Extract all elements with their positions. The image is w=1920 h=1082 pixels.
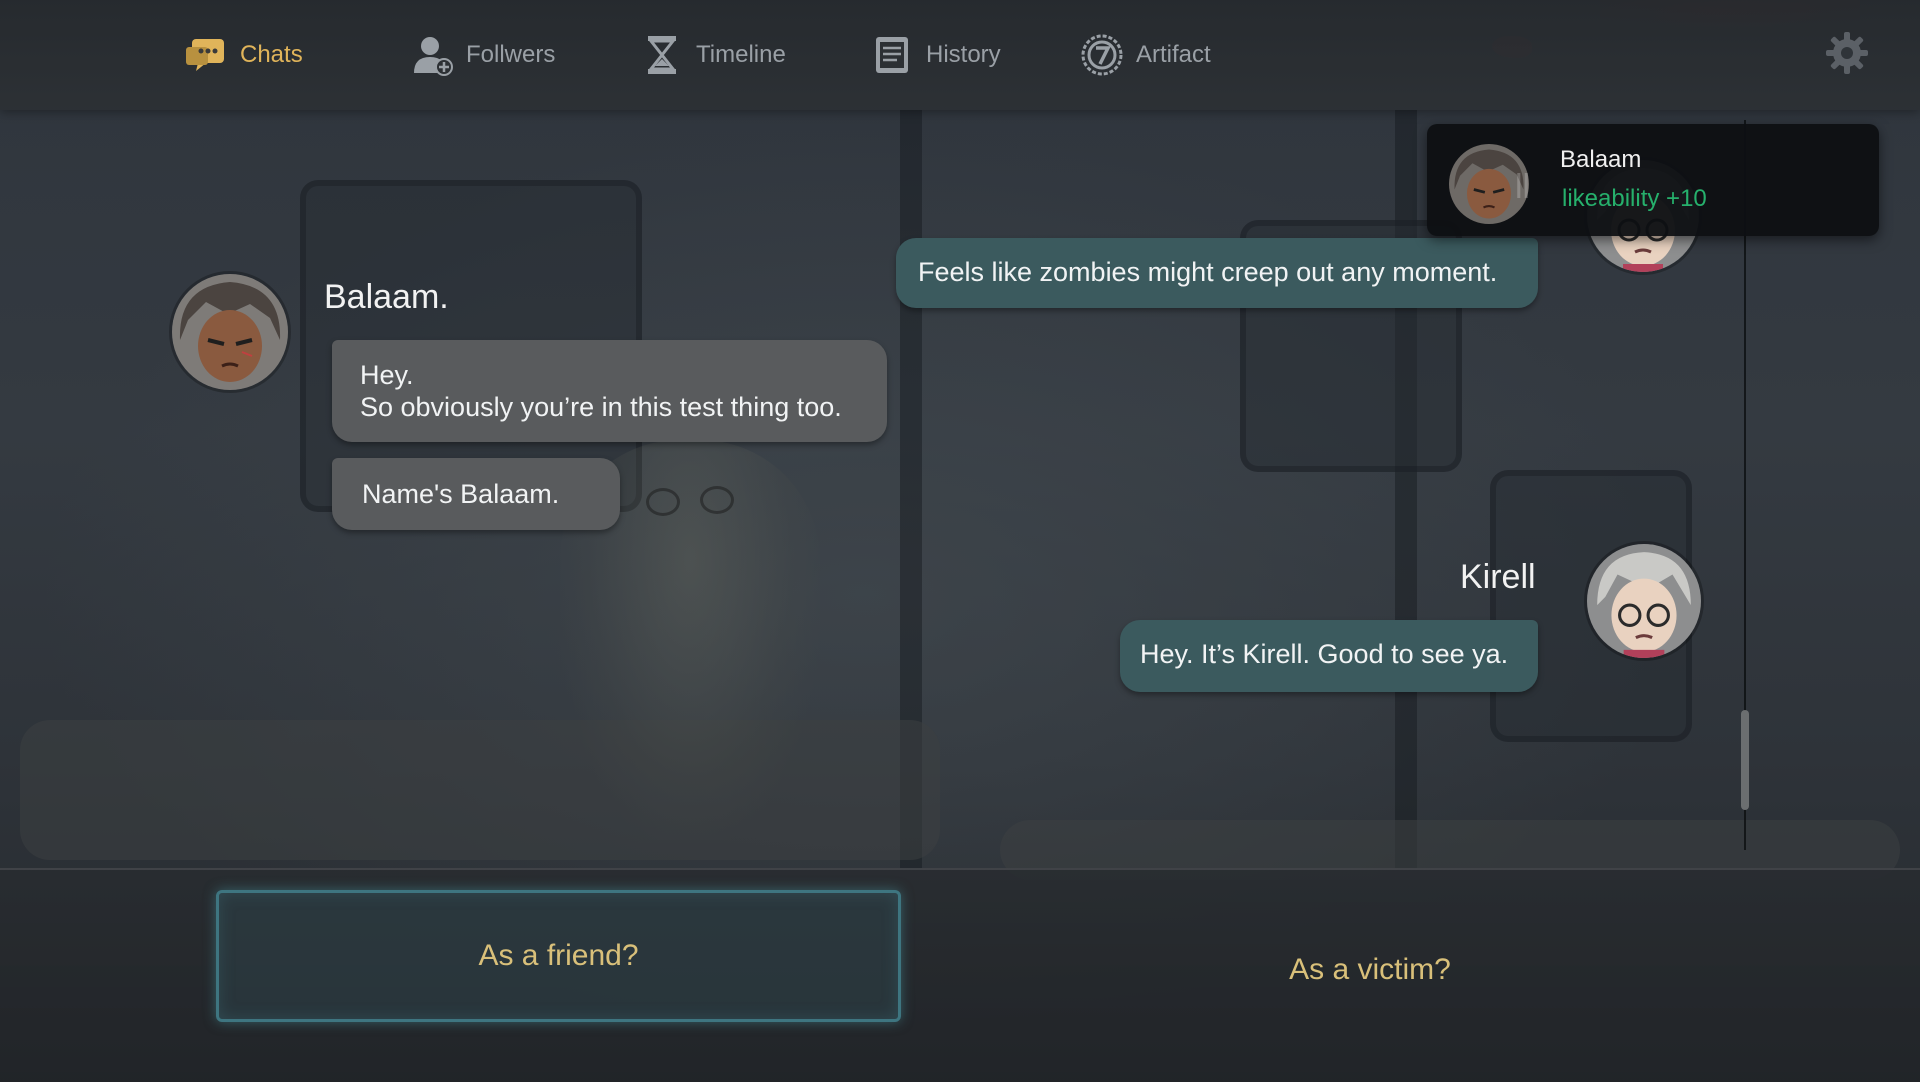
message-text: Name's Balaam. [362, 479, 560, 509]
tab-label: Chats [240, 41, 303, 68]
gear-icon[interactable] [1824, 30, 1870, 76]
kirell-avatar [1587, 544, 1701, 658]
message-text: Hey. It’s Kirell. Good to see ya. [1140, 639, 1509, 669]
eye [700, 486, 734, 514]
choice-label: As a friend? [478, 939, 639, 972]
tab-artifact[interactable]: Artifact [1080, 30, 1211, 80]
notification-stat: likeability +10 [1562, 185, 1707, 213]
message-line: Hey. [360, 360, 414, 390]
eye [646, 488, 680, 516]
kirell-portrait [1587, 544, 1701, 658]
stat-value: +10 [1666, 185, 1707, 212]
stat-label: likeability [1562, 185, 1660, 212]
obscured-sender-name: ll [1515, 168, 1531, 206]
chat-bubble-right: Hey. It’s Kirell. Good to see ya. [1120, 620, 1538, 692]
tab-timeline[interactable]: Timeline [640, 30, 786, 80]
chat-icon [186, 39, 224, 71]
hourglass-icon [647, 36, 677, 74]
tab-followers[interactable]: Follwers [410, 30, 555, 80]
likeability-notification: Balaam likeability +10 ll [1427, 124, 1879, 236]
scrollbar-thumb[interactable] [1741, 710, 1749, 810]
chat-bubble-left: Name's Balaam. [332, 458, 620, 530]
notification-name: Balaam [1560, 146, 1642, 173]
top-navigation: Chats Follwers Timeline History Artifact [0, 0, 1920, 110]
tab-label: Timeline [696, 41, 786, 68]
choice-friend-button[interactable]: As a friend? [216, 890, 901, 1022]
book-icon [876, 37, 908, 73]
choice-label: As a victim? [1289, 953, 1451, 986]
tab-label: History [926, 41, 1001, 68]
choice-victim-button[interactable]: As a victim? [1200, 910, 1540, 1030]
tab-label: Follwers [466, 41, 556, 68]
balaam-avatar [172, 274, 288, 390]
tab-label: Artifact [1136, 41, 1211, 68]
message-line: So obviously you’re in this test thing t… [360, 392, 842, 422]
artifact-icon [1081, 34, 1123, 76]
sender-name-kirell: Kirell [1460, 558, 1536, 596]
tab-history[interactable]: History [870, 30, 1001, 80]
tab-chats[interactable]: Chats [184, 30, 303, 80]
followers-icon [414, 37, 453, 76]
sender-name-balaam: Balaam. [324, 278, 449, 316]
chat-bubble-right: Feels like zombies might creep out any m… [896, 238, 1538, 308]
chat-bubble-left: Hey. So obviously you’re in this test th… [332, 340, 887, 442]
message-text: Feels like zombies might creep out any m… [918, 257, 1498, 287]
balaam-portrait [172, 274, 288, 390]
